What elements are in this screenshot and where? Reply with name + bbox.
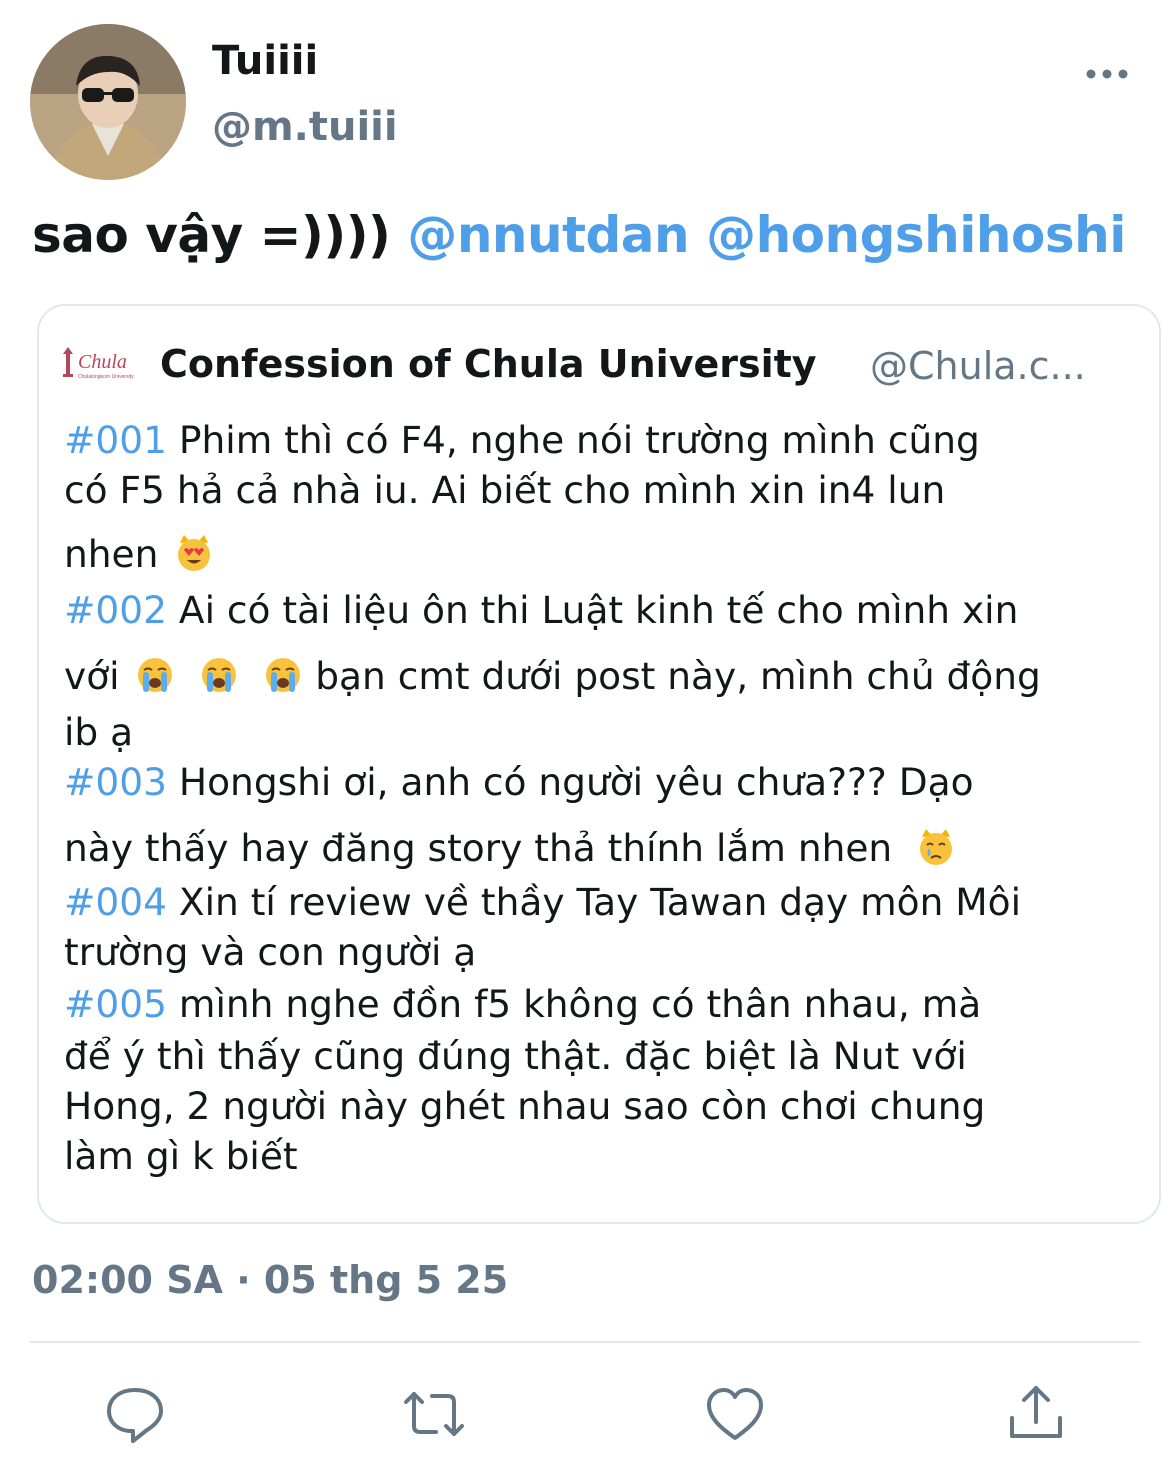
quote-line: này thấy hay đăng story thả thính lắm nh… (64, 822, 956, 874)
crying-cat-face-icon (920, 829, 953, 865)
mention-link[interactable]: @hongshihoshi (706, 206, 1126, 264)
hashtag-link[interactable]: #001 (64, 418, 167, 462)
logo-text: Chula (78, 351, 127, 373)
like-icon (707, 1388, 763, 1440)
quote-line: Hong, 2 người này ghét nhau sao còn chơi… (64, 1080, 985, 1132)
quote-line: ib ạ (64, 706, 133, 758)
quote-line-text: mình nghe đồn f5 không có thân nhau, mà (167, 982, 982, 1026)
quote-line-text: Xin tí review về thầy Tay Tawan dạy môn … (167, 880, 1022, 924)
tweet-timestamp[interactable]: 02:00 SA · 05 thg 5 25 (32, 1258, 508, 1302)
more-options-icon[interactable] (1082, 62, 1132, 86)
hashtag-link[interactable]: #004 (64, 880, 167, 924)
hashtag-link[interactable]: #002 (64, 588, 167, 632)
retweet-button[interactable] (402, 1382, 466, 1446)
share-button[interactable] (1004, 1382, 1068, 1446)
quote-line-text: ib ạ (64, 710, 134, 754)
quote-line-text: Phim thì có F4, nghe nói trường mình cũn… (167, 418, 980, 462)
quote-author-name: Confession of Chula University (160, 342, 817, 386)
like-button[interactable] (703, 1382, 767, 1446)
quote-line-text: Hong, 2 người này ghét nhau sao còn chơi… (64, 1084, 986, 1128)
quote-line: có F5 hả cả nhà iu. Ai biết cho mình xin… (64, 464, 945, 516)
quote-line-text: có F5 hả cả nhà iu. Ai biết cho mình xin… (64, 468, 946, 512)
loudly-crying-face-icon (202, 658, 237, 692)
quote-line: #005 mình nghe đồn f5 không có thân nhau… (64, 978, 981, 1030)
hashtag-link[interactable]: #003 (64, 760, 167, 804)
quote-line: trường và con người ạ (64, 926, 476, 978)
quote-line-text: Ai có tài liệu ôn thi Luật kinh tế cho m… (167, 588, 1019, 632)
logo-subtext: Chulalongkorn University (78, 374, 134, 380)
quote-line-text: trường và con người ạ (64, 930, 477, 974)
quote-line-text: này thấy hay đăng story thả thính lắm nh… (64, 826, 893, 870)
quote-line: #001 Phim thì có F4, nghe nói trường mìn… (64, 414, 980, 466)
quote-line: #004 Xin tí review về thầy Tay Tawan dạy… (64, 876, 1021, 928)
quote-line: làm gì k biết (64, 1130, 298, 1182)
divider (30, 1341, 1140, 1343)
quote-line-text: nhen (64, 532, 159, 576)
quote-line: #002 Ai có tài liệu ôn thi Luật kinh tế … (64, 584, 1018, 636)
heart-eyes-cat-icon (178, 535, 211, 571)
chula-logo: Chula Chulalongkorn University (62, 346, 136, 382)
share-icon (1010, 1386, 1062, 1438)
quote-line: với bạn cmt dưới post này, mình chủ động (64, 650, 1041, 702)
tweet-text-body: sao vậy =)))) (32, 206, 408, 264)
loudly-crying-face-icon (138, 658, 173, 692)
quote-line-text: với (64, 654, 120, 698)
user-handle[interactable]: @m.tuiii (212, 104, 398, 150)
quote-line-text: làm gì k biết (64, 1134, 298, 1178)
hashtag-link[interactable]: #005 (64, 982, 167, 1026)
quote-line-text: để ý thì thấy cũng đúng thật. đặc biệt l… (64, 1034, 967, 1078)
loudly-crying-face-icon (266, 658, 301, 692)
quote-author-handle: @Chula.c... (870, 344, 1086, 388)
quote-line-text: bạn cmt dưới post này, mình chủ động (303, 654, 1041, 698)
quote-line: để ý thì thấy cũng đúng thật. đặc biệt l… (64, 1030, 967, 1082)
quote-line: nhen (64, 528, 214, 580)
mention-link[interactable]: @nnutdan (407, 206, 689, 264)
reply-icon (107, 1388, 163, 1443)
tweet-text: sao vậy =)))) @nnutdan @hongshihoshi (32, 206, 1126, 264)
avatar-image (30, 24, 186, 180)
retweet-icon (404, 1392, 464, 1436)
display-name[interactable]: Tuiiii (212, 38, 318, 84)
avatar[interactable] (30, 24, 186, 180)
quote-line: #003 Hongshi ơi, anh có người yêu chưa??… (64, 756, 974, 808)
reply-button[interactable] (103, 1382, 167, 1446)
quote-line-text: Hongshi ơi, anh có người yêu chưa??? Dạo (167, 760, 974, 804)
